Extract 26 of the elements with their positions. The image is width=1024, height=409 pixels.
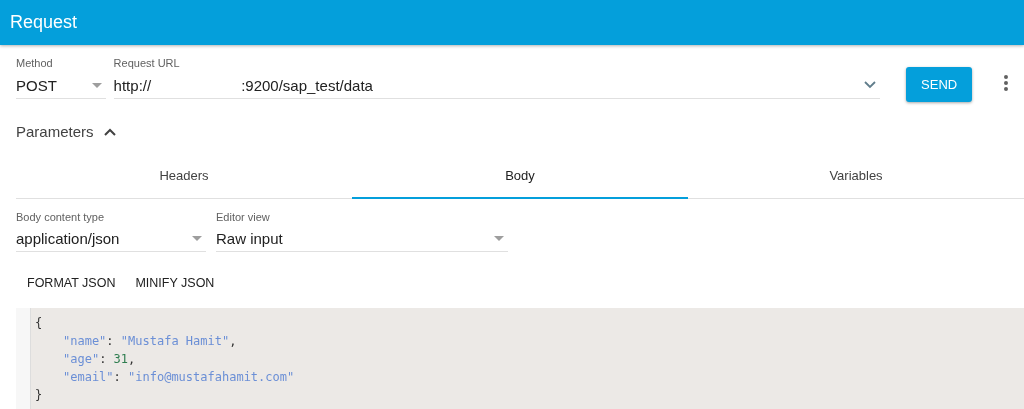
content-type-dropdown[interactable]: application/json	[16, 226, 206, 252]
dropdown-caret-icon	[494, 236, 504, 241]
code-line: }	[35, 387, 44, 404]
chevron-down-icon[interactable]	[864, 81, 877, 89]
header-title: Request	[10, 12, 78, 33]
method-label: Method	[16, 57, 54, 69]
editor-view-dropdown[interactable]: Raw input	[216, 226, 508, 252]
dropdown-caret-icon	[192, 236, 202, 241]
code-line: "email": "info@mustafahamit.com"	[62, 369, 296, 386]
chevron-icon[interactable]	[103, 127, 116, 136]
more-icon[interactable]	[1004, 75, 1008, 91]
method-dropdown[interactable]: POST	[16, 72, 106, 99]
url-label: Request URL	[113, 57, 181, 69]
editor-view-label: Editor view	[216, 211, 271, 223]
code-line: "age": 31,	[62, 351, 137, 368]
tab[interactable]: Headers	[16, 156, 352, 199]
parameters-label: Parameters	[16, 123, 94, 140]
code-line: {	[35, 315, 44, 332]
content-type-label: Body content type	[16, 211, 106, 223]
code-line: "name": "Mustafa Hamit",	[62, 333, 238, 350]
action-button[interactable]: MINIFY JSON	[126, 270, 224, 296]
tab[interactable]: Variables	[688, 156, 1024, 199]
dropdown-caret-icon	[91, 82, 102, 88]
url-field[interactable]: http:// :9200/sap_test/data	[113, 72, 881, 99]
action-button[interactable]: FORMAT JSON	[18, 270, 125, 296]
tab[interactable]: Body	[352, 156, 688, 199]
